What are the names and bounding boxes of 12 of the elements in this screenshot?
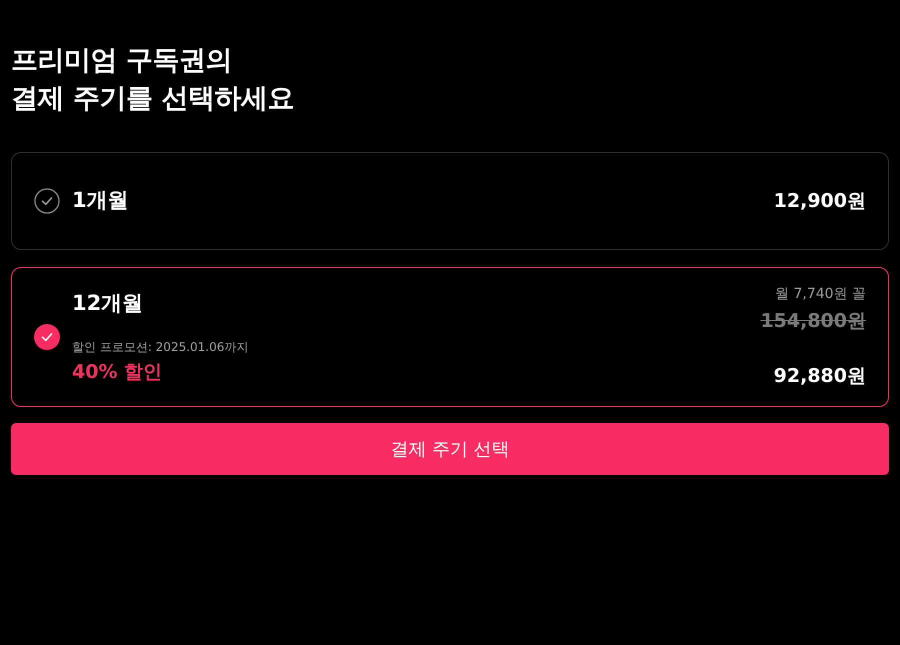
plan-option[interactable]: 12개월 할인 프로모션: 2025.01.06까지 40% 할인 월 7,740원 꼴 154,800원 92,880원: [11, 267, 889, 407]
promo-text: 할인 프로모션: 2025.01.06까지: [72, 338, 250, 356]
plan-option[interactable]: 1개월 12,900원: [11, 152, 889, 250]
discount-text: 40% 할인: [72, 360, 164, 384]
select-cycle-button[interactable]: 결제 주기 선택: [11, 423, 889, 475]
page-title: 프리미엄 구독권의 결제 주기를 선택하세요: [11, 44, 295, 116]
original-price: 154,800원: [760, 309, 866, 334]
plan-price: 92,880원: [774, 364, 866, 388]
plan-price: 12,900원: [774, 188, 866, 214]
plan-name: 12개월: [72, 290, 144, 317]
monthly-price: 월 7,740원 꼴: [775, 285, 866, 304]
plan-name: 1개월: [72, 187, 130, 214]
